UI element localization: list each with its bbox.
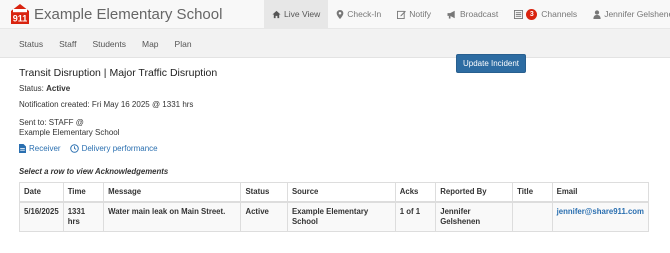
incident-status: Status: Active — [19, 84, 70, 93]
status-value: Active — [46, 84, 71, 93]
subnav-list: Status Staff Students Map Plan — [0, 29, 670, 58]
nav-check-in-label: Check-In — [347, 9, 382, 19]
nav-live-view[interactable]: Live View — [264, 0, 329, 28]
cell-date: 5/16/2025 — [19, 201, 64, 232]
nav-channels-label: Channels — [541, 9, 578, 19]
subnav-status[interactable]: Status — [11, 39, 51, 49]
notifications-table: Date Time Message Status Source Acks Rep… — [19, 182, 650, 232]
col-source: Source — [286, 182, 396, 203]
subnav-students[interactable]: Students — [84, 39, 134, 49]
notification-created: Notification created: Fri May 16 2025 @ … — [19, 100, 194, 109]
col-title: Title — [512, 182, 553, 203]
nav-broadcast[interactable]: Broadcast — [439, 0, 506, 28]
nav-channels[interactable]: 3 Channels — [506, 0, 585, 28]
sent-to: Sent to: STAFF @ — [19, 118, 84, 127]
table-header-row: Date Time Message Status Source Acks Rep… — [19, 182, 650, 203]
user-name: Jennifer Gelshenen — [604, 9, 670, 19]
cell-title — [512, 201, 553, 232]
nav-notify[interactable]: Notify — [389, 0, 439, 28]
nav-broadcast-label: Broadcast — [459, 9, 499, 19]
col-time: Time — [62, 182, 105, 203]
incident-links: Receiver Delivery performance — [19, 144, 167, 153]
nav-live-view-label: Live View — [284, 9, 321, 19]
clock-icon — [69, 144, 79, 153]
status-label: Status: — [19, 84, 44, 93]
col-acks: Acks — [394, 182, 437, 203]
nav-notify-label: Notify — [409, 9, 431, 19]
incident-title: Transit Disruption | Major Traffic Disru… — [19, 67, 218, 79]
svg-text:911: 911 — [13, 14, 28, 24]
col-status: Status — [240, 182, 288, 203]
nav-check-in[interactable]: Check-In — [328, 0, 389, 28]
cell-message: Water main leak on Main Street. — [103, 201, 242, 232]
col-date: Date — [19, 182, 64, 203]
cell-time: 1331 hrs — [62, 201, 105, 232]
brand[interactable]: 911 Example Elementary School — [11, 4, 222, 24]
subnav-plan[interactable]: Plan — [167, 39, 200, 49]
home-icon — [272, 10, 281, 18]
delivery-performance-link[interactable]: Delivery performance — [69, 144, 158, 153]
channels-badge: 3 — [526, 8, 538, 20]
receiver-link-label: Receiver — [29, 144, 61, 153]
user-icon — [593, 9, 601, 19]
update-incident-button[interactable]: Update Incident — [456, 54, 526, 73]
file-icon — [19, 144, 26, 153]
sent-to-place: Example Elementary School — [19, 128, 120, 137]
col-email: Email — [551, 182, 650, 203]
receiver-link[interactable]: Receiver — [19, 144, 61, 153]
bullhorn-icon — [447, 10, 455, 19]
list-icon — [514, 9, 524, 19]
subnav-staff[interactable]: Staff — [51, 39, 84, 49]
top-navbar: 911 Example Elementary School Live View … — [0, 0, 670, 29]
edit-icon — [397, 10, 407, 19]
cell-email[interactable]: jennifer@share911.com — [551, 201, 650, 232]
main-nav: Live View Check-In Notify Broadcast 3 Ch… — [264, 0, 670, 28]
delivery-performance-label: Delivery performance — [81, 144, 158, 153]
cell-acks: 1 of 1 — [394, 201, 437, 232]
map-marker-icon — [336, 9, 344, 19]
share911-logo: 911 — [11, 4, 29, 24]
cell-source: Example Elementary School — [286, 201, 396, 232]
school-name: Example Elementary School — [34, 5, 223, 23]
col-reported-by: Reported By — [435, 182, 514, 203]
user-menu[interactable]: Jennifer Gelshenen — [585, 0, 670, 28]
cell-status: Active — [240, 201, 288, 232]
sub-navbar: Status Staff Students Map Plan — [0, 29, 670, 58]
subnav-map[interactable]: Map — [134, 39, 167, 49]
col-message: Message — [103, 182, 242, 203]
cell-reported-by: Jennifer Gelshenen — [435, 201, 514, 232]
table-row[interactable]: 5/16/2025 1331 hrs Water main leak on Ma… — [19, 201, 650, 232]
table-hint: Select a row to view Acknowledgements — [19, 167, 169, 176]
